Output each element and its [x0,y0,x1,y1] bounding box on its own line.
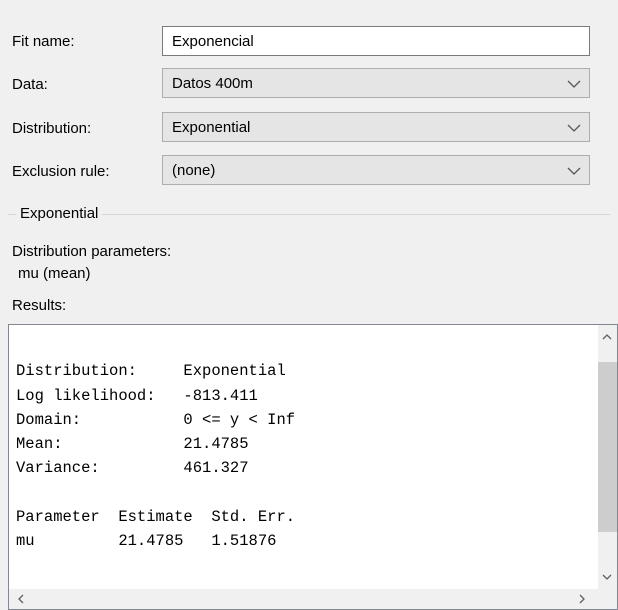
exclusion-rule-select-value: (none) [172,162,216,179]
fit-name-label: Fit name: [12,33,75,50]
data-select[interactable]: Datos 400m [162,68,590,98]
data-select-value: Datos 400m [172,75,253,92]
results-line-variance: Variance: 461.327 [16,459,249,478]
distribution-select-value: Exponential [172,119,251,136]
chevron-down-icon [567,124,581,132]
scrollbar-corner [598,589,617,609]
distribution-select[interactable]: Exponential [162,112,590,142]
results-line-log-likelihood: Log likelihood: -813.411 [16,386,258,405]
results-text: Distribution: Exponential Log likelihood… [16,335,295,554]
results-label: Results: [12,297,67,314]
results-textbox[interactable]: Distribution: Exponential Log likelihood… [8,324,618,610]
scroll-down-icon[interactable] [601,571,613,583]
horizontal-scrollbar[interactable] [9,589,598,609]
distribution-parameters-label: Distribution parameters: [12,243,172,260]
results-line-domain: Domain: 0 <= y < Inf [16,410,296,429]
scroll-left-icon[interactable] [15,593,27,605]
scroll-right-icon[interactable] [576,593,588,605]
vertical-scroll-thumb[interactable] [598,362,617,532]
group-title: Exponential [16,205,103,222]
scroll-up-icon[interactable] [601,331,613,343]
exclusion-rule-select[interactable]: (none) [162,155,590,185]
results-line-param-header: Parameter Estimate Std. Err. [16,508,296,527]
fit-name-value: Exponencial [172,33,254,50]
data-label: Data: [12,76,48,93]
fit-name-input[interactable]: Exponencial [162,26,590,56]
results-line-mu: mu 21.4785 1.51876 [16,532,277,551]
chevron-down-icon [567,167,581,175]
distribution-label: Distribution: [12,120,92,137]
exclusion-rule-label: Exclusion rule: [12,163,110,180]
chevron-down-icon [567,80,581,88]
results-line-mean: Mean: 21.4785 [16,435,249,454]
param-mu-label: mu (mean) [18,265,91,282]
results-line-distribution: Distribution: Exponential [16,362,286,381]
vertical-scrollbar[interactable] [598,325,617,589]
